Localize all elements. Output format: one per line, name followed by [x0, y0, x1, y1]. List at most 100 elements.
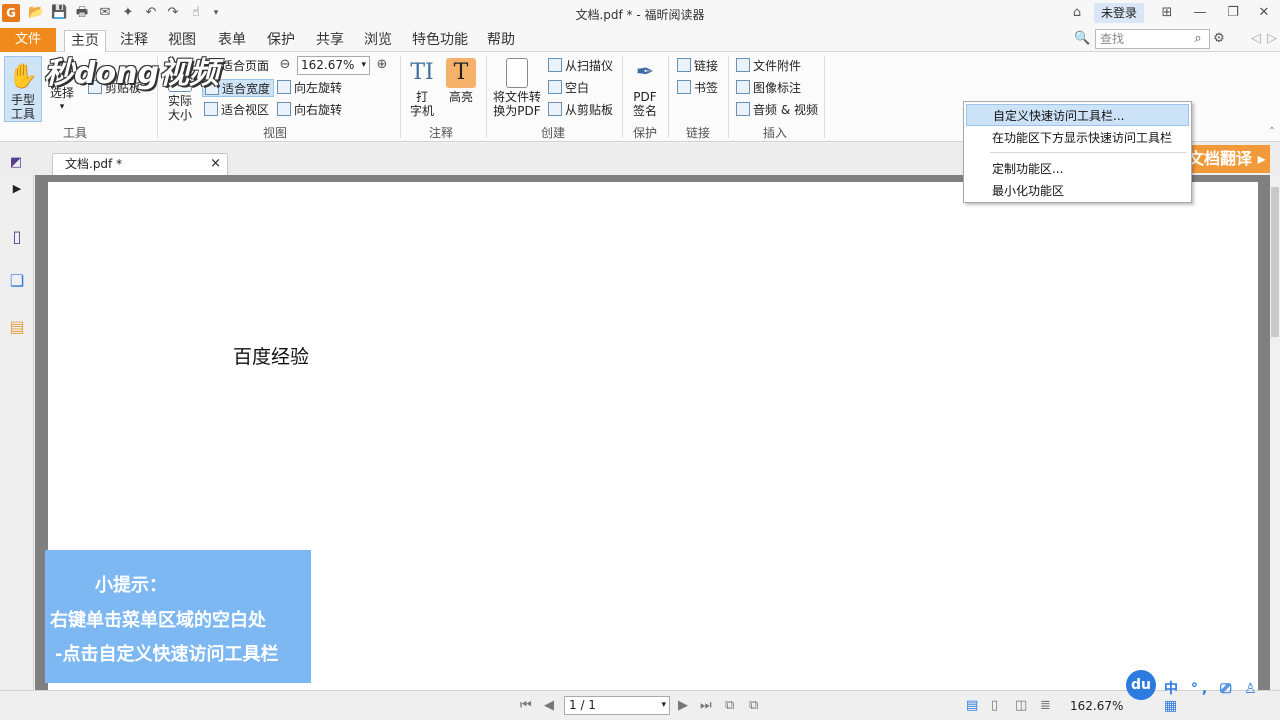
typewriter-button[interactable]: TI 打 字机 [406, 58, 438, 118]
attachment-icon [736, 58, 750, 72]
last-page-icon[interactable]: ⏭ [700, 698, 712, 713]
chevron-down-icon: ▾ [361, 60, 366, 70]
hand-tool-button[interactable]: ✋ 手型 工具 [4, 56, 42, 122]
highlight-button[interactable]: T 高亮 [444, 58, 478, 104]
notification-icon[interactable]: ⌂ [1069, 5, 1085, 21]
menu-item-show-below-ribbon[interactable]: 在功能区下方显示快速访问工具栏 [966, 127, 1189, 149]
group-label-view: 视图 [262, 126, 287, 140]
facing-icon[interactable]: ◫ [1015, 698, 1027, 713]
next-arrow-icon[interactable]: ▷ [1264, 31, 1280, 47]
menu-item-customize-quick-access[interactable]: 自定义快速访问工具栏... [966, 104, 1189, 126]
page-number-input[interactable]: 1 / 1 ▾ [564, 696, 670, 715]
find-tool-icon[interactable]: 🔍 [1074, 31, 1090, 47]
left-sidebar: ▶ ▯ ❏ ▤ [0, 175, 34, 690]
group-label-create: 创建 [540, 126, 565, 140]
close-button[interactable]: ✕ [1252, 4, 1276, 22]
rotate-right-button[interactable]: 向右旋转 [277, 101, 342, 119]
clipboard-icon [548, 102, 562, 116]
prev-arrow-icon[interactable]: ◁ [1248, 31, 1264, 47]
page-text: 百度经验 [233, 346, 310, 368]
highlight-icon: T [446, 58, 476, 88]
scanner-icon [548, 58, 562, 72]
login-button[interactable]: 未登录 [1094, 3, 1144, 23]
document-tab[interactable]: 文档.pdf * × [52, 153, 228, 175]
zoom-select[interactable]: 162.67% ▾ [297, 56, 370, 75]
group-label-annotate: 注释 [428, 126, 453, 140]
prev-view-icon[interactable]: ⧉ [725, 698, 734, 713]
convert-to-pdf-button[interactable]: 将文件转 换为PDF [492, 58, 542, 118]
close-tab-icon[interactable]: × [210, 154, 221, 174]
chevron-down-icon: ▾ [661, 700, 666, 710]
tab-help[interactable]: 帮助 [481, 30, 521, 52]
first-page-icon[interactable]: ⏮ [520, 698, 532, 713]
scroll-thumb[interactable] [1271, 187, 1279, 337]
foxit-tab-icon: ◩ [9, 155, 23, 170]
rotate-left-button[interactable]: 向左旋转 [277, 79, 342, 97]
video-watermark-logo: 秒dong视频 [44, 56, 219, 91]
link-icon [677, 58, 691, 72]
vertical-scrollbar[interactable] [1270, 175, 1280, 690]
continuous-facing-icon[interactable]: ≣ [1040, 698, 1051, 713]
file-attachment-button[interactable]: 文件附件 [736, 57, 801, 75]
search-icon[interactable]: ⌕ [1190, 31, 1206, 47]
blank-page-icon [548, 80, 562, 94]
tip-box: 小提示： 右键单击菜单区域的空白处 -点击自定义快速访问工具栏 [45, 550, 311, 683]
tab-features[interactable]: 特色功能 [406, 30, 474, 52]
pages-icon[interactable]: ▯ [8, 227, 26, 247]
continuous-icon[interactable]: ▯ [991, 698, 998, 713]
group-label-protect: 保护 [632, 126, 657, 140]
zoom-out-icon[interactable]: ⊖ [277, 57, 293, 73]
tip-line: -点击自定义快速访问工具栏 [55, 644, 279, 665]
title-bar: G 📂 💾 🖶 ✉ ✦ ↶ ↷ ☝ ▾ 文档.pdf * - 福昕阅读器 ⌂ 未… [0, 0, 1280, 28]
ime-toolbar[interactable]: 中 °, ⎚ ♙ ▦ [1164, 678, 1280, 714]
tab-browse[interactable]: 浏览 [358, 30, 398, 52]
prev-page-icon[interactable]: ◀ [544, 698, 554, 713]
restore-button[interactable]: ❐ [1221, 4, 1245, 22]
rotate-right-icon [277, 102, 291, 116]
minimize-button[interactable]: — [1188, 4, 1212, 22]
rotate-left-icon [277, 80, 291, 94]
audio-video-button[interactable]: 音频 & 视频 [736, 101, 818, 119]
typewriter-icon: TI [410, 60, 434, 85]
image-icon [736, 80, 750, 94]
separator [400, 56, 401, 138]
fit-visible-button[interactable]: 适合视区 [204, 101, 269, 119]
bookmark-button[interactable]: 书签 [677, 79, 718, 97]
blank-button[interactable]: 空白 [548, 79, 589, 97]
next-page-icon[interactable]: ▶ [678, 698, 688, 713]
zoom-in-icon[interactable]: ⊕ [374, 57, 390, 73]
from-clipboard-button[interactable]: 从剪贴板 [548, 101, 613, 119]
group-label-tools: 工具 [62, 126, 87, 140]
hand-icon: ✋ [8, 62, 38, 90]
from-scanner-button[interactable]: 从扫描仪 [548, 57, 613, 75]
video-icon [736, 102, 750, 116]
menu-separator [990, 152, 1186, 153]
next-view-icon[interactable]: ⧉ [749, 698, 758, 713]
pdf-sign-button[interactable]: ✒ PDF 签名 [628, 58, 662, 118]
group-label-insert: 插入 [762, 126, 787, 140]
status-bar: ⏮ ◀ 1 / 1 ▾ ▶ ⏭ ⧉ ⧉ ▤ ▯ ◫ ≣ 162.67% [0, 690, 1280, 720]
gear-icon[interactable]: ⚙ [1211, 31, 1227, 47]
expand-panel-icon[interactable]: ▶ [8, 179, 26, 199]
layout-icon[interactable]: ⊞ [1155, 4, 1179, 22]
single-page-icon[interactable]: ▤ [966, 698, 978, 713]
bookmark-icon [677, 80, 691, 94]
fit-visible-icon [204, 102, 218, 116]
window-title: 文档.pdf * - 福昕阅读器 [575, 8, 705, 22]
tab-protect[interactable]: 保护 [261, 30, 301, 52]
group-label-links: 链接 [685, 126, 710, 140]
convert-pdf-icon [506, 58, 528, 88]
layers-icon[interactable]: ❏ [8, 271, 26, 291]
menu-item-minimize-ribbon[interactable]: 最小化功能区 [966, 180, 1189, 202]
collapse-ribbon-icon[interactable]: ⌃ [1264, 124, 1280, 140]
context-menu: 自定义快速访问工具栏... 在功能区下方显示快速访问工具栏 定制功能区... 最… [963, 101, 1192, 203]
link-button[interactable]: 链接 [677, 57, 718, 75]
image-annotation-button[interactable]: 图像标注 [736, 79, 801, 97]
comments-icon[interactable]: ▤ [8, 317, 26, 337]
tab-share[interactable]: 共享 [310, 30, 350, 52]
signature-icon: ✒ [635, 60, 655, 85]
baidu-du-logo: du [1126, 670, 1156, 700]
separator [728, 56, 729, 138]
menu-item-customize-ribbon[interactable]: 定制功能区... [966, 158, 1189, 180]
separator [668, 56, 669, 138]
